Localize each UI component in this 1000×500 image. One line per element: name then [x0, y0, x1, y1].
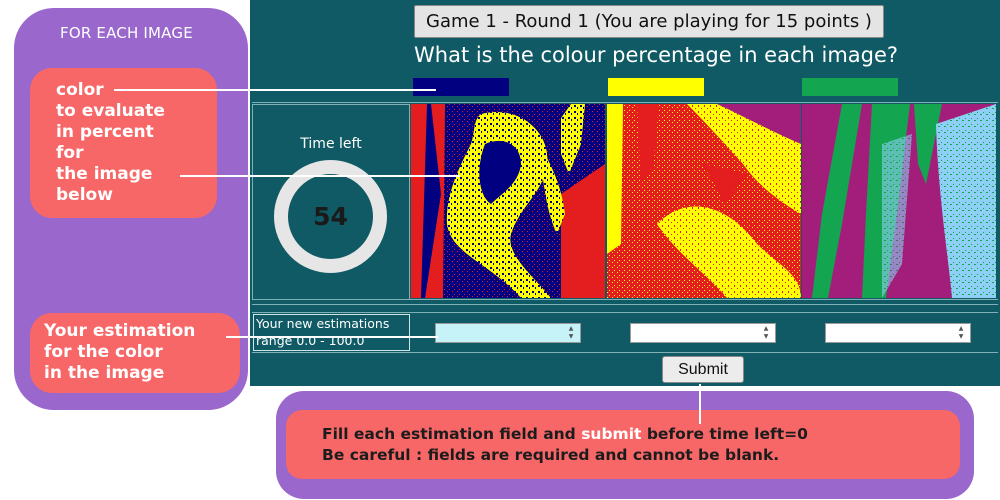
target-color-swatch-1	[413, 78, 509, 96]
color-note-line: to evaluate	[56, 101, 165, 121]
estimations-label: Your new estimations range 0.0 - 100.0	[253, 314, 410, 351]
estimation-note: Your estimation for the color in the ima…	[30, 313, 240, 393]
connector-line	[114, 89, 436, 91]
color-note-highlight: color	[56, 80, 104, 100]
color-note-image-highlight: image	[93, 164, 153, 184]
spinner-arrows-icon[interactable]: ▲ ▼	[760, 325, 772, 341]
estimation-input-2[interactable]	[630, 323, 776, 343]
divider	[252, 312, 998, 313]
color-note-line: in percent	[56, 122, 154, 142]
submit-note-highlight: submit	[581, 425, 642, 443]
time-left-label: Time left	[300, 136, 362, 152]
target-color-swatch-3	[802, 78, 898, 96]
spin-down-icon[interactable]: ▼	[760, 333, 772, 341]
submit-note-prefix: Fill each estimation field and	[322, 425, 582, 443]
spin-down-icon[interactable]: ▼	[955, 333, 967, 341]
submit-note-warning: Be careful : fields are required and can…	[322, 446, 780, 464]
divider	[252, 304, 998, 305]
divider	[252, 102, 998, 103]
game-area: Game 1 - Round 1 (You are playing for 15…	[250, 0, 1000, 386]
question-text: What is the colour percentage in each im…	[414, 43, 899, 67]
color-image-1	[411, 104, 605, 298]
time-left-value: 54	[313, 202, 348, 231]
divider	[252, 299, 998, 300]
left-panel-title: FOR EACH IMAGE	[60, 24, 193, 42]
spin-up-icon[interactable]: ▲	[760, 325, 772, 333]
round-title: Game 1 - Round 1 (You are playing for 15…	[414, 5, 884, 38]
estimations-label-range: range 0.0 - 100.0	[256, 333, 365, 348]
submit-note: Fill each estimation field and submit be…	[286, 410, 960, 479]
divider	[252, 352, 998, 353]
connector-line	[180, 175, 460, 177]
color-image-3	[802, 104, 996, 298]
estimation-note-prefix: Your	[44, 321, 93, 341]
spin-up-icon[interactable]: ▲	[955, 325, 967, 333]
color-note-line: for	[56, 143, 84, 163]
connector-line	[699, 384, 701, 424]
target-color-swatch-2	[608, 78, 704, 96]
spinner-arrows-icon[interactable]: ▲ ▼	[955, 325, 967, 341]
estimation-note-line: in the image	[44, 363, 165, 383]
estimation-note-highlight: estimation	[92, 321, 196, 341]
spin-down-icon[interactable]: ▼	[565, 333, 577, 341]
estimations-label-line: Your new estimations	[256, 316, 390, 331]
submit-note-suffix: before time left=0	[641, 425, 808, 443]
estimation-note-line: for the color	[44, 342, 163, 362]
estimation-input-1[interactable]	[435, 323, 581, 343]
color-note-prefix: the	[56, 164, 94, 184]
color-image-2	[607, 104, 801, 298]
submit-button[interactable]: Submit	[662, 356, 744, 383]
spinner-arrows-icon[interactable]: ▲ ▼	[565, 325, 577, 341]
spin-up-icon[interactable]: ▲	[565, 325, 577, 333]
connector-line	[226, 336, 438, 338]
estimation-input-3[interactable]	[825, 323, 971, 343]
color-note-line: below	[56, 185, 113, 205]
